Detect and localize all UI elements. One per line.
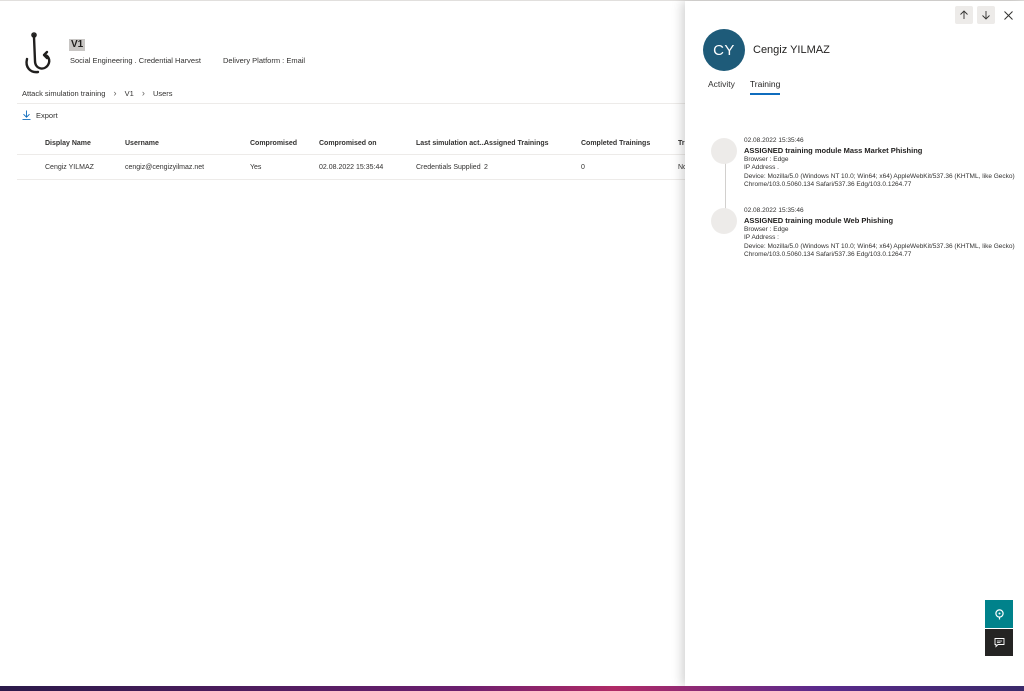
breadcrumb: Attack simulation training › V1 › Users <box>22 88 173 98</box>
table-header: Display Name Username Compromised Compro… <box>17 133 685 155</box>
table-row[interactable]: Cengiz YILMAZ cengiz@cengizyilmaz.net Ye… <box>17 156 687 180</box>
timeline-dot <box>711 208 737 234</box>
event-ip-address: IP Address : <box>744 234 779 242</box>
event-title: ASSIGNED training module Web Phishing <box>744 215 894 225</box>
feedback-button[interactable] <box>985 629 1013 656</box>
next-item-button[interactable] <box>977 6 995 24</box>
column-completed-trainings[interactable]: Completed Trainings <box>581 133 650 155</box>
event-ip-address: IP Address . <box>744 164 779 172</box>
simulation-meta: Social Engineering . Credential Harvest … <box>70 56 305 65</box>
column-training-status[interactable]: Tr <box>678 133 685 155</box>
technique-label: Social Engineering . Credential Harvest <box>70 56 201 65</box>
tab-activity[interactable]: Activity <box>708 79 735 95</box>
arrow-down-icon <box>982 11 990 20</box>
delivery-platform-label: Delivery Platform : Email <box>223 56 306 65</box>
column-assigned-trainings[interactable]: Assigned Trainings <box>484 133 549 155</box>
download-icon <box>22 110 31 120</box>
cell-last-simulation-activity: Credentials Supplied <box>416 164 481 171</box>
column-compromised[interactable]: Compromised <box>250 133 297 155</box>
column-display-name[interactable]: Display Name <box>45 133 91 155</box>
export-button[interactable]: Export <box>22 110 58 120</box>
close-panel-button[interactable] <box>1002 8 1014 22</box>
help-chat-icon <box>994 608 1004 619</box>
arrow-up-icon <box>960 10 968 19</box>
event-timestamp: 02.08.2022 15:35:46 <box>744 207 804 214</box>
simulation-title: V1 <box>69 39 86 51</box>
cell-username: cengiz@cengizyilmaz.net <box>125 164 205 171</box>
timeline-event-content: 02.08.2022 15:35:46 ASSIGNED training mo… <box>744 207 1024 260</box>
panel-navigation <box>955 6 995 24</box>
feedback-icon <box>994 638 1004 648</box>
event-browser: Browser : Edge <box>744 155 789 163</box>
timeline-dot <box>711 138 737 164</box>
event-timestamp: 02.08.2022 15:35:46 <box>744 137 804 144</box>
help-button[interactable] <box>985 600 1013 628</box>
column-compromised-on[interactable]: Compromised on <box>319 133 377 155</box>
cell-completed-trainings: 0 <box>581 164 585 171</box>
chevron-right-icon: › <box>113 88 117 98</box>
event-device: Device: Mozilla/5.0 (Windows NT 10.0; Wi… <box>744 242 1015 259</box>
chevron-right-icon: › <box>141 88 145 98</box>
panel-tabs: Activity Training <box>708 79 781 95</box>
taskbar-strip <box>0 686 1024 691</box>
tab-training[interactable]: Training <box>749 79 781 95</box>
event-title: ASSIGNED training module Mass Market Phi… <box>744 145 923 155</box>
breadcrumb-simulation[interactable]: V1 <box>125 89 134 98</box>
column-last-simulation-activity[interactable]: Last simulation act... <box>416 133 485 155</box>
cell-assigned-trainings: 2 <box>484 164 488 171</box>
header-divider <box>17 103 685 104</box>
avatar: CY <box>703 29 745 71</box>
timeline-event-content: 02.08.2022 15:35:46 ASSIGNED training mo… <box>744 137 1024 190</box>
previous-item-button[interactable] <box>955 6 973 24</box>
column-username[interactable]: Username <box>125 133 159 155</box>
breadcrumb-users: Users <box>152 89 173 98</box>
breadcrumb-attack-simulation-training[interactable]: Attack simulation training <box>22 89 105 98</box>
cell-compromised-on: 02.08.2022 15:35:44 <box>319 164 384 171</box>
close-icon <box>1003 10 1013 20</box>
event-browser: Browser : Edge <box>744 225 789 233</box>
user-details-panel: CY Cengiz YILMAZ Activity Training 02.08… <box>685 1 1024 686</box>
event-device: Device: Mozilla/5.0 (Windows NT 10.0; Wi… <box>744 172 1015 189</box>
panel-user-name: Cengiz YILMAZ <box>753 44 830 56</box>
export-label: Export <box>36 110 58 120</box>
cell-compromised: Yes <box>250 164 262 171</box>
fishing-hook-icon <box>25 32 51 74</box>
cell-display-name: Cengiz YILMAZ <box>45 164 94 171</box>
